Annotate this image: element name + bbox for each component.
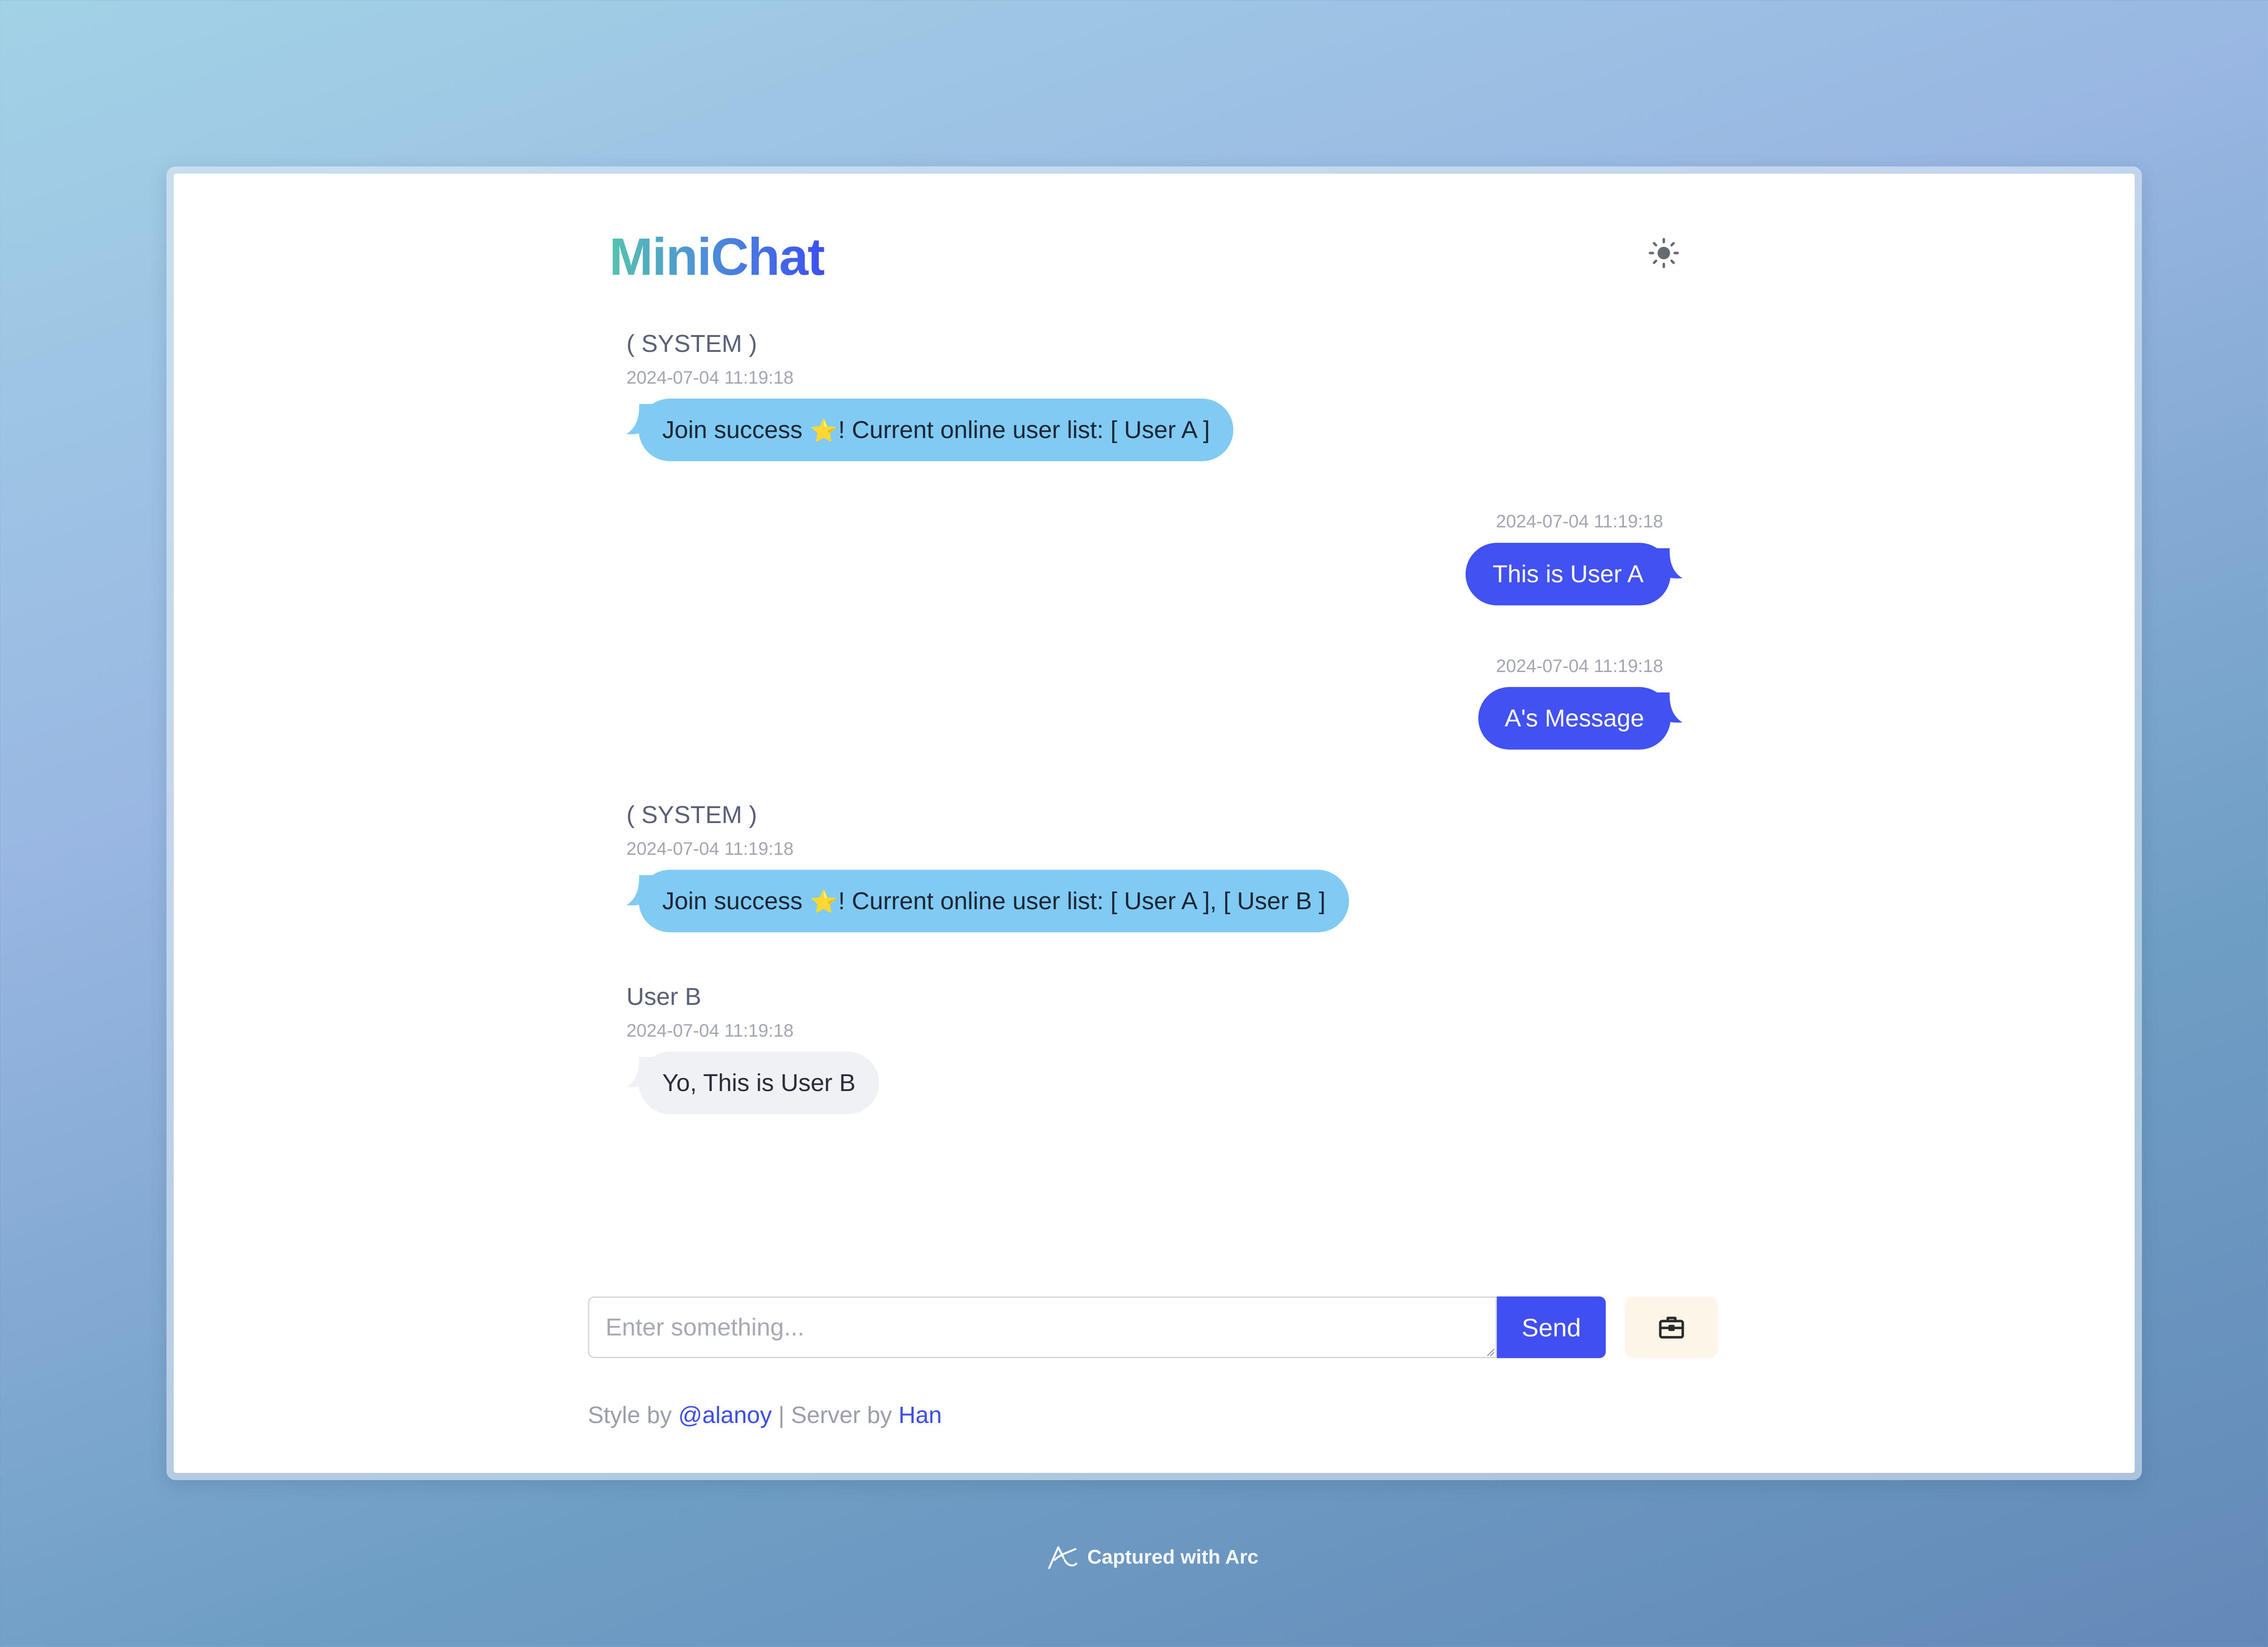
bubble-tail <box>1655 548 1682 579</box>
footer-separator: | <box>772 1402 791 1428</box>
capture-badge-text: Captured with Arc <box>1087 1546 1259 1568</box>
sun-icon <box>1648 238 1679 268</box>
message-timestamp: 2024-07-04 11:19:18 <box>626 1021 794 1041</box>
arc-logo-icon <box>1048 1546 1078 1569</box>
toolbox-button[interactable] <box>1625 1296 1718 1358</box>
message-text: Yo, This is User B <box>662 1069 856 1096</box>
message-sender: ( SYSTEM ) <box>626 330 758 357</box>
message-text: ! Current online user list: [ User A ] <box>838 416 1210 443</box>
system-message-bubble: Join success ⭐! Current online user list… <box>639 870 1349 932</box>
resize-handle-icon[interactable] <box>1486 1347 1495 1356</box>
message-system-2: ( SYSTEM ) 2024-07-04 11:19:18 <box>626 803 793 858</box>
message-timestamp: 2024-07-04 11:19:18 <box>1496 656 1663 676</box>
footer-credits: Style by @alanoy | Server by Han <box>588 1402 942 1429</box>
other-message-bubble: Yo, This is User B <box>639 1052 880 1114</box>
star-icon: ⭐ <box>810 889 837 915</box>
message-input[interactable] <box>588 1296 1497 1358</box>
message-system-1: ( SYSTEM ) 2024-07-04 11:19:18 <box>626 331 793 387</box>
message-timestamp: 2024-07-04 11:19:18 <box>1496 512 1663 531</box>
server-credit-label: Server by <box>791 1402 899 1428</box>
system-message-bubble: Join success ⭐! Current online user list… <box>639 399 1234 461</box>
message-text: ! Current online user list: [ User A ], … <box>838 887 1326 915</box>
browser-window: MiniChat ( SYSTEM ) 2024-07-04 11:19:18 … <box>166 166 2142 1480</box>
message-text: This is User A <box>1492 560 1644 588</box>
capture-badge: Captured with Arc <box>1046 1544 1258 1571</box>
message-sender: ( SYSTEM ) <box>626 801 758 828</box>
message-text: Join success <box>662 416 810 443</box>
message-user-b: User B 2024-07-04 11:19:18 <box>626 984 793 1040</box>
message-text: Join success <box>662 887 810 915</box>
star-icon: ⭐ <box>810 418 837 443</box>
send-button[interactable]: Send <box>1497 1296 1606 1358</box>
chat-page: MiniChat ( SYSTEM ) 2024-07-04 11:19:18 … <box>174 174 2135 1473</box>
bubble-tail <box>1655 692 1682 723</box>
toolbox-icon <box>1659 1316 1684 1339</box>
message-text: A's Message <box>1505 705 1644 732</box>
style-author-link[interactable]: @alanoy <box>678 1402 772 1428</box>
server-author-link[interactable]: Han <box>899 1402 942 1428</box>
message-timestamp: 2024-07-04 11:19:18 <box>626 368 794 388</box>
self-message-bubble: A's Message <box>1478 687 1671 750</box>
message-timestamp: 2024-07-04 11:19:18 <box>626 839 794 859</box>
app-logo: MiniChat <box>609 227 825 286</box>
self-message-bubble: This is User A <box>1466 543 1671 605</box>
theme-toggle-button[interactable] <box>1643 233 1684 273</box>
message-sender: User B <box>626 983 702 1010</box>
style-credit-label: Style by <box>588 1402 679 1428</box>
